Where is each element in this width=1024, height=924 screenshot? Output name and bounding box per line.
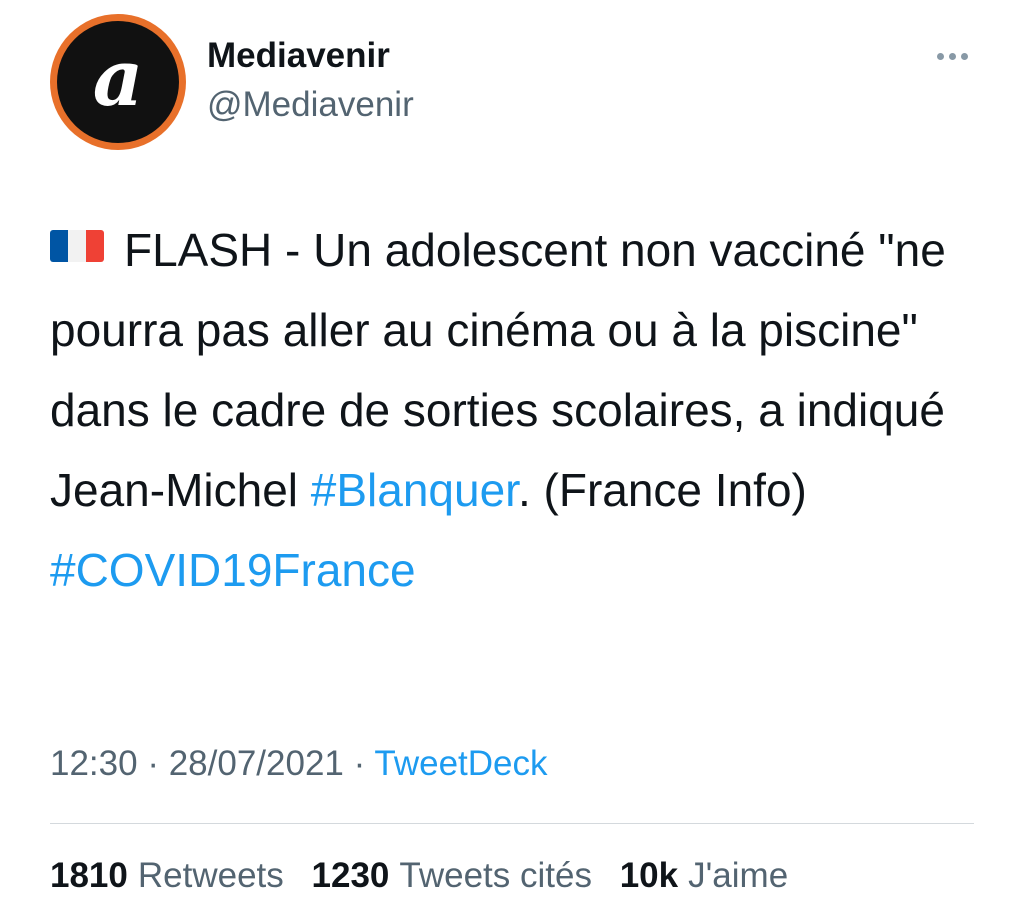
avatar-letter: a <box>93 33 144 124</box>
retweets-stat[interactable]: 1810 Retweets <box>50 856 284 896</box>
retweets-label: Retweets <box>137 856 284 895</box>
author-handle[interactable]: @Mediavenir <box>207 85 414 125</box>
avatar[interactable]: a <box>50 14 186 150</box>
likes-stat[interactable]: 10k J'aime <box>620 856 788 896</box>
more-options-icon[interactable] <box>926 40 978 72</box>
likes-count: 10k <box>619 856 679 895</box>
more-dot <box>936 52 944 60</box>
tweet-text-middle: . (France Info) <box>517 464 807 516</box>
tweet-time[interactable]: 12:30 <box>50 744 138 783</box>
hashtag-blanquer[interactable]: #Blanquer <box>311 464 518 516</box>
tweet-date[interactable]: 28/07/2021 <box>169 744 344 783</box>
france-flag-icon <box>50 230 104 262</box>
more-dot <box>960 52 968 60</box>
tweet-meta: 12:30 · 28/07/2021 · TweetDeck <box>50 744 548 784</box>
divider <box>50 823 974 824</box>
quote-tweets-count: 1230 <box>311 856 390 895</box>
likes-label: J'aime <box>688 856 789 895</box>
tweet-text: FLASH - Un adolescent non vacciné "ne po… <box>50 210 990 610</box>
quote-tweets-label: Tweets cités <box>399 856 592 895</box>
meta-separator: · <box>353 744 366 783</box>
tweet-source-link[interactable]: TweetDeck <box>374 744 547 783</box>
avatar-logo: a <box>57 21 179 143</box>
quote-tweets-stat[interactable]: 1230 Tweets cités <box>312 856 592 896</box>
more-dot <box>948 52 956 60</box>
retweets-count: 1810 <box>50 856 128 895</box>
hashtag-covid19france[interactable]: #COVID19France <box>50 544 416 596</box>
meta-separator: · <box>147 744 159 783</box>
tweet-stats: 1810 Retweets 1230 Tweets cités 10k J'aime <box>50 856 806 896</box>
author-display-name[interactable]: Mediavenir <box>207 36 390 76</box>
tweet-card: a Mediavenir @Mediavenir FLASH - Un adol… <box>0 0 1024 924</box>
